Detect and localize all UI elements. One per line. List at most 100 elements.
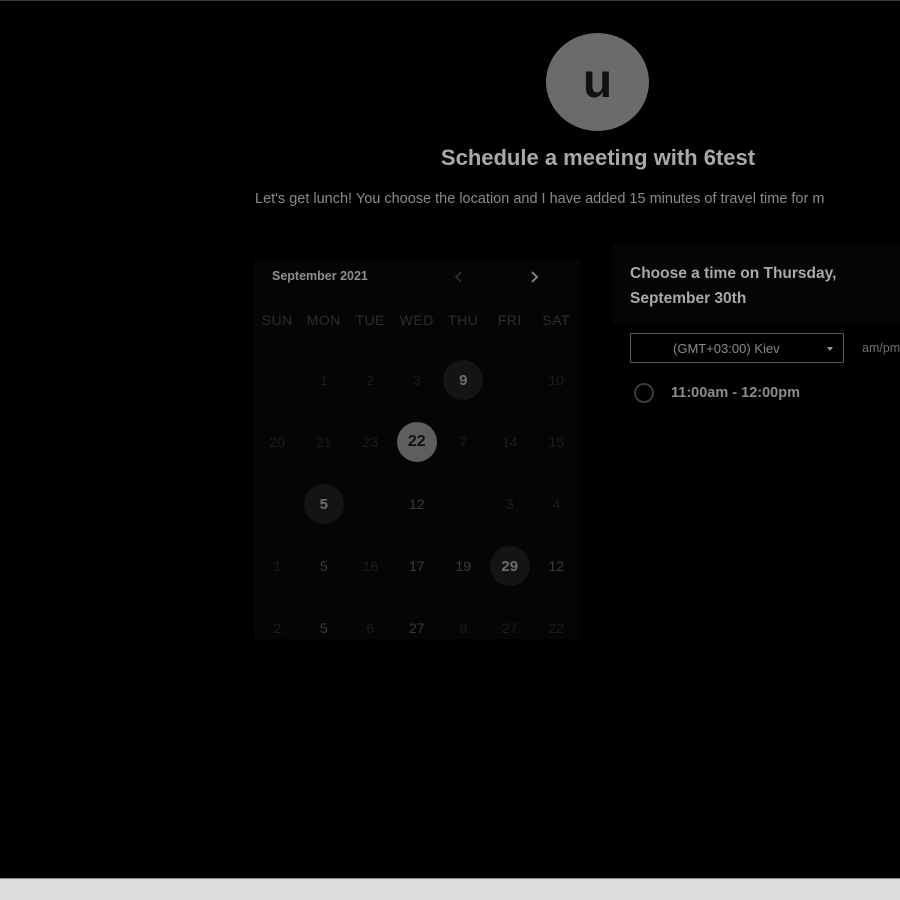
calendar-day-number: 6 [366,620,375,636]
calendar-day-number: 22 [548,620,565,636]
calendar-day-number [257,484,297,524]
calendar-day-number: 15 [548,434,565,450]
calendar-day-number: 20 [269,434,286,450]
calendar-day-number [443,484,483,524]
event-description: Let's get lunch! You choose the location… [255,191,825,207]
time-picker-header: Choose a time on Thursday, September 30t… [612,245,900,323]
time-slot-label: 11:00am - 12:00pm [671,385,800,401]
calendar-day-selected[interactable]: 22 [394,411,441,473]
time-slot[interactable]: 11:00am - 12:00pm [634,383,800,403]
calendar-day: 2 [254,597,301,659]
calendar-day-number: 19 [455,558,472,574]
calendar-day-number: 5 [319,620,328,636]
calendar-day: 3 [487,473,534,535]
calendar-day: 1 [254,535,301,597]
calendar-day: 16 [347,535,394,597]
calendar-day-number: 10 [548,372,565,388]
calendar-day-number: 23 [362,434,379,450]
calendar-day-available[interactable]: 5 [301,473,348,535]
calendar-day: 12 [394,473,441,535]
calendar-day-number [257,360,297,400]
calendar-day-number [490,360,530,400]
calendar-day-number: 12 [548,558,565,574]
avatar: u [546,33,649,131]
month-label: September 2021 [272,269,368,283]
calendar-day-number: 5 [303,484,344,524]
calendar-day-available[interactable]: 9 [440,349,487,411]
calendar-day: 27 [394,597,441,659]
calendar-day: 4 [533,473,580,535]
radio-button[interactable] [634,383,654,403]
calendar-day: 22 [533,597,580,659]
calendar-day-number: 14 [501,434,518,450]
calendar-day-number: 1 [273,558,282,574]
calendar: September 2021 SUN MON TUE WED THU FRI S… [254,259,580,639]
chevron-right-icon [531,271,539,283]
calendar-day-number: 5 [319,558,328,574]
calendar-day-number: 21 [315,434,332,450]
calendar-day-number [350,484,390,524]
time-picker-panel: Choose a time on Thursday, September 30t… [612,245,900,645]
calendar-day: 12 [533,535,580,597]
calendar-day-number: 27 [501,620,518,636]
calendar-day: 2 [347,349,394,411]
calendar-day: 5 [301,535,348,597]
chevron-left-icon [454,271,462,283]
calendar-day [440,473,487,535]
calendar-day-available[interactable]: 29 [487,535,534,597]
calendar-day: 7 [440,411,487,473]
weekday-header: SUN MON TUE WED THU FRI SAT [254,312,580,328]
calendar-day: 5 [301,597,348,659]
calendar-day [254,349,301,411]
calendar-day: 15 [533,411,580,473]
calendar-day [487,349,534,411]
bottom-bar [0,878,900,900]
calendar-day: 3 [394,349,441,411]
weekday-label: TUE [355,312,385,328]
calendar-day: 8 [440,597,487,659]
calendar-day [347,473,394,535]
calendar-day: 17 [394,535,441,597]
calendar-day [254,473,301,535]
calendar-day-number: 2 [366,372,375,388]
calendar-day: 21 [301,411,348,473]
calendar-day-number: 8 [459,620,468,636]
weekday-label: FRI [497,312,522,328]
weekday-label: THU [448,312,479,328]
calendar-day: 1 [301,349,348,411]
calendar-day-number: 17 [408,558,425,574]
calendar-day-number: 3 [412,372,421,388]
previous-month-button[interactable] [449,267,469,287]
calendar-day: 10 [533,349,580,411]
calendar-day-number: 1 [319,372,328,388]
next-month-button[interactable] [524,267,544,287]
calendar-day-number: 3 [505,496,514,512]
page-title: Schedule a meeting with 6test [440,145,756,170]
calendar-day-number: 27 [408,620,425,636]
caret-down-icon [827,347,833,351]
calendar-day: 14 [487,411,534,473]
calendar-day: 27 [487,597,534,659]
calendar-day-number: 12 [408,496,425,512]
calendar-day-number: 29 [489,546,530,586]
calendar-day: 20 [254,411,301,473]
time-picker-heading: Choose a time on Thursday, September 30t… [630,265,837,307]
calendar-day: 19 [440,535,487,597]
calendar-day-number: 16 [362,558,379,574]
calendar-day-number: 2 [273,620,282,636]
weekday-label: SUN [261,312,293,328]
days-grid: 1 2 3 9 10 20 21 23 22 7 14 15 5 12 3 4 1 5 16 17 19 29 12 2 5 6 2… [254,349,580,659]
calendar-day-number: 4 [552,496,561,512]
weekday-label: SAT [542,312,571,328]
timezone-select[interactable]: (GMT+03:00) Kiev [630,333,844,363]
avatar-letter: u [582,55,613,108]
calendar-day-number: 7 [459,434,468,450]
calendar-day: 23 [347,411,394,473]
weekday-label: WED [399,312,434,328]
weekday-label: MON [306,312,341,328]
timezone-value: (GMT+03:00) Kiev [673,341,780,356]
calendar-day-number: 22 [396,422,437,462]
time-format-toggle[interactable]: am/pm [862,341,900,355]
calendar-day-number: 9 [443,360,484,400]
calendar-day: 6 [347,597,394,659]
